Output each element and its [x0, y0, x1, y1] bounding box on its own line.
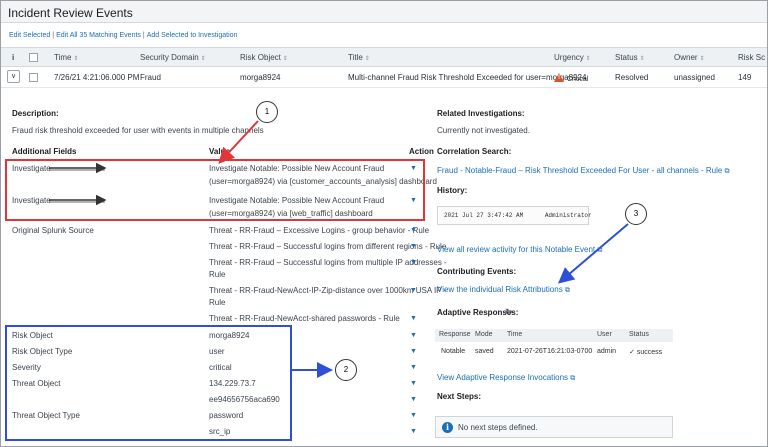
risk-score-column-header[interactable]: Risk Sc	[738, 53, 765, 62]
edit-all-link[interactable]: Edit All 35 Matching Events	[56, 32, 141, 39]
title-column-header[interactable]: Title ⇕	[348, 53, 370, 62]
bulk-actions: Edit Selected | Edit All 35 Matching Event…	[9, 32, 238, 39]
original-source-label: Original Splunk Source	[12, 226, 94, 235]
row-owner: unassigned	[674, 73, 715, 82]
table-row[interactable]: ∨ 7/26/21 4:21:06.000 PM Fraud morga8924…	[1, 67, 767, 88]
history-label: History:	[437, 186, 468, 195]
source-value: Rule	[209, 298, 226, 307]
info-column-header: i	[12, 53, 15, 62]
external-link-icon: ⧉	[597, 247, 603, 254]
related-investigations-label: Related Investigations:	[437, 109, 525, 118]
risk-attributions-link[interactable]: View the individual Risk Attributions ⧉	[437, 285, 570, 295]
row-urgency: ! Critical	[554, 73, 588, 83]
risk-object-column-header[interactable]: Risk Object ⇕	[240, 53, 288, 62]
description-label: Description:	[12, 109, 59, 118]
correlation-search-link[interactable]: Fraud - Notable-Fraud – Risk Threshold E…	[437, 166, 730, 176]
source-value: Rule	[209, 270, 226, 279]
action-dropdown-icon[interactable]: ▼	[410, 348, 417, 355]
action-dropdown-icon[interactable]: ▼	[410, 227, 417, 234]
response-notable-link[interactable]: Notable	[441, 348, 465, 355]
checkmark-icon: ✓	[629, 349, 637, 356]
history-date: 2021 Jul 27 3:47:42 AM	[444, 212, 524, 219]
next-steps-label: Next Steps:	[437, 392, 482, 401]
critical-warning-icon: !	[554, 73, 564, 82]
action-dropdown-icon[interactable]: ▼	[410, 243, 417, 250]
description-text: Fraud risk threshold exceeded for user w…	[12, 126, 264, 135]
status-col-header: Status	[629, 331, 649, 338]
related-investigations-text: Currently not investigated.	[437, 126, 530, 135]
page-title: Incident Review Events	[8, 6, 133, 20]
next-steps-box: i No next steps defined.	[435, 416, 673, 438]
user-col-header: User	[597, 331, 612, 338]
action-dropdown-icon[interactable]: ▼	[410, 396, 417, 403]
action-dropdown-icon[interactable]: ▼	[410, 364, 417, 371]
external-link-icon: ⧉	[570, 375, 576, 382]
next-steps-text: No next steps defined.	[458, 423, 538, 432]
adaptive-invocations-link[interactable]: View Adaptive Response Invocations ⧉	[437, 373, 575, 383]
row-risk-object: morga8924	[240, 73, 281, 82]
response-status: ✓ success	[629, 349, 663, 356]
action-dropdown-icon[interactable]: ▼	[410, 287, 417, 294]
incident-review-frame: Incident Review Events Edit Selected | Edi…	[0, 0, 768, 447]
add-to-investigation-link[interactable]: Add Selected to Investigation	[147, 32, 238, 39]
source-value: Threat - RR-Fraud-NewAcct-shared passwor…	[209, 314, 400, 323]
highlight-box-risk-fields	[5, 325, 292, 441]
highlight-box-investigate	[5, 159, 425, 221]
urgency-column-header[interactable]: Urgency ⇕	[554, 53, 591, 62]
action-dropdown-icon[interactable]: ▼	[410, 412, 417, 419]
response-table-header: Response Mode Time User Status	[435, 329, 673, 342]
external-link-icon: ⧉	[564, 287, 570, 294]
table-header: i Time ⇕ Security Domain ⇕ Risk Object ⇕ Ti…	[1, 47, 767, 67]
action-dropdown-icon[interactable]: ▼	[410, 380, 417, 387]
owner-column-header[interactable]: Owner ⇕	[674, 53, 705, 62]
additional-fields-header: Additional Fields	[12, 147, 77, 156]
review-activity-link[interactable]: View all review activity for this Notabl…	[437, 245, 602, 255]
row-title: Multi-channel Fraud Risk Threshold Excee…	[348, 73, 587, 82]
response-mode: saved	[475, 348, 494, 355]
row-security-domain: Fraud	[140, 73, 161, 82]
contributing-events-label: Contributing Events:	[437, 267, 517, 276]
info-icon: i	[442, 422, 453, 433]
edit-selected-link[interactable]: Edit Selected	[9, 32, 50, 39]
response-time: 2021-07-26T16:21:03-0700	[507, 348, 593, 355]
refresh-icon[interactable]: ↻	[505, 307, 513, 318]
mode-col-header: Mode	[475, 331, 493, 338]
source-value: Threat - RR-Fraud – Excessive Logins - g…	[209, 226, 430, 235]
status-column-header[interactable]: Status ⇕	[615, 53, 645, 62]
row-time: 7/26/21 4:21:06.000 PM	[54, 73, 140, 82]
callout-1: 1	[256, 101, 278, 123]
security-domain-column-header[interactable]: Security Domain ⇕	[140, 53, 206, 62]
response-col-header: Response	[439, 331, 471, 338]
action-header: Action	[409, 147, 434, 156]
history-user: Administrator	[544, 212, 592, 219]
response-user: admin	[597, 348, 617, 355]
select-all-checkbox[interactable]	[29, 53, 38, 62]
action-dropdown-icon[interactable]: ▼	[410, 259, 417, 266]
callout-3: 3	[625, 203, 647, 225]
row-risk-score: 149	[738, 73, 752, 82]
row-status: Resolved	[615, 73, 649, 82]
value-header: Value	[209, 147, 230, 156]
title-bar: Incident Review Events	[1, 1, 767, 23]
external-link-icon: ⧉	[724, 168, 730, 175]
time-col-header: Time	[507, 331, 523, 338]
correlation-search-label: Correlation Search:	[437, 147, 512, 156]
history-log: 2021 Jul 27 3:47:42 AM Administrator	[437, 206, 592, 225]
collapse-chevron-icon[interactable]: ∨	[7, 70, 20, 83]
row-checkbox[interactable]	[29, 73, 38, 82]
time-column-header[interactable]: Time ⇕	[54, 53, 79, 62]
action-dropdown-icon[interactable]: ▼	[410, 315, 417, 322]
callout-2: 2	[335, 359, 357, 381]
action-dropdown-icon[interactable]: ▼	[410, 428, 417, 435]
action-dropdown-icon[interactable]: ▼	[410, 332, 417, 339]
